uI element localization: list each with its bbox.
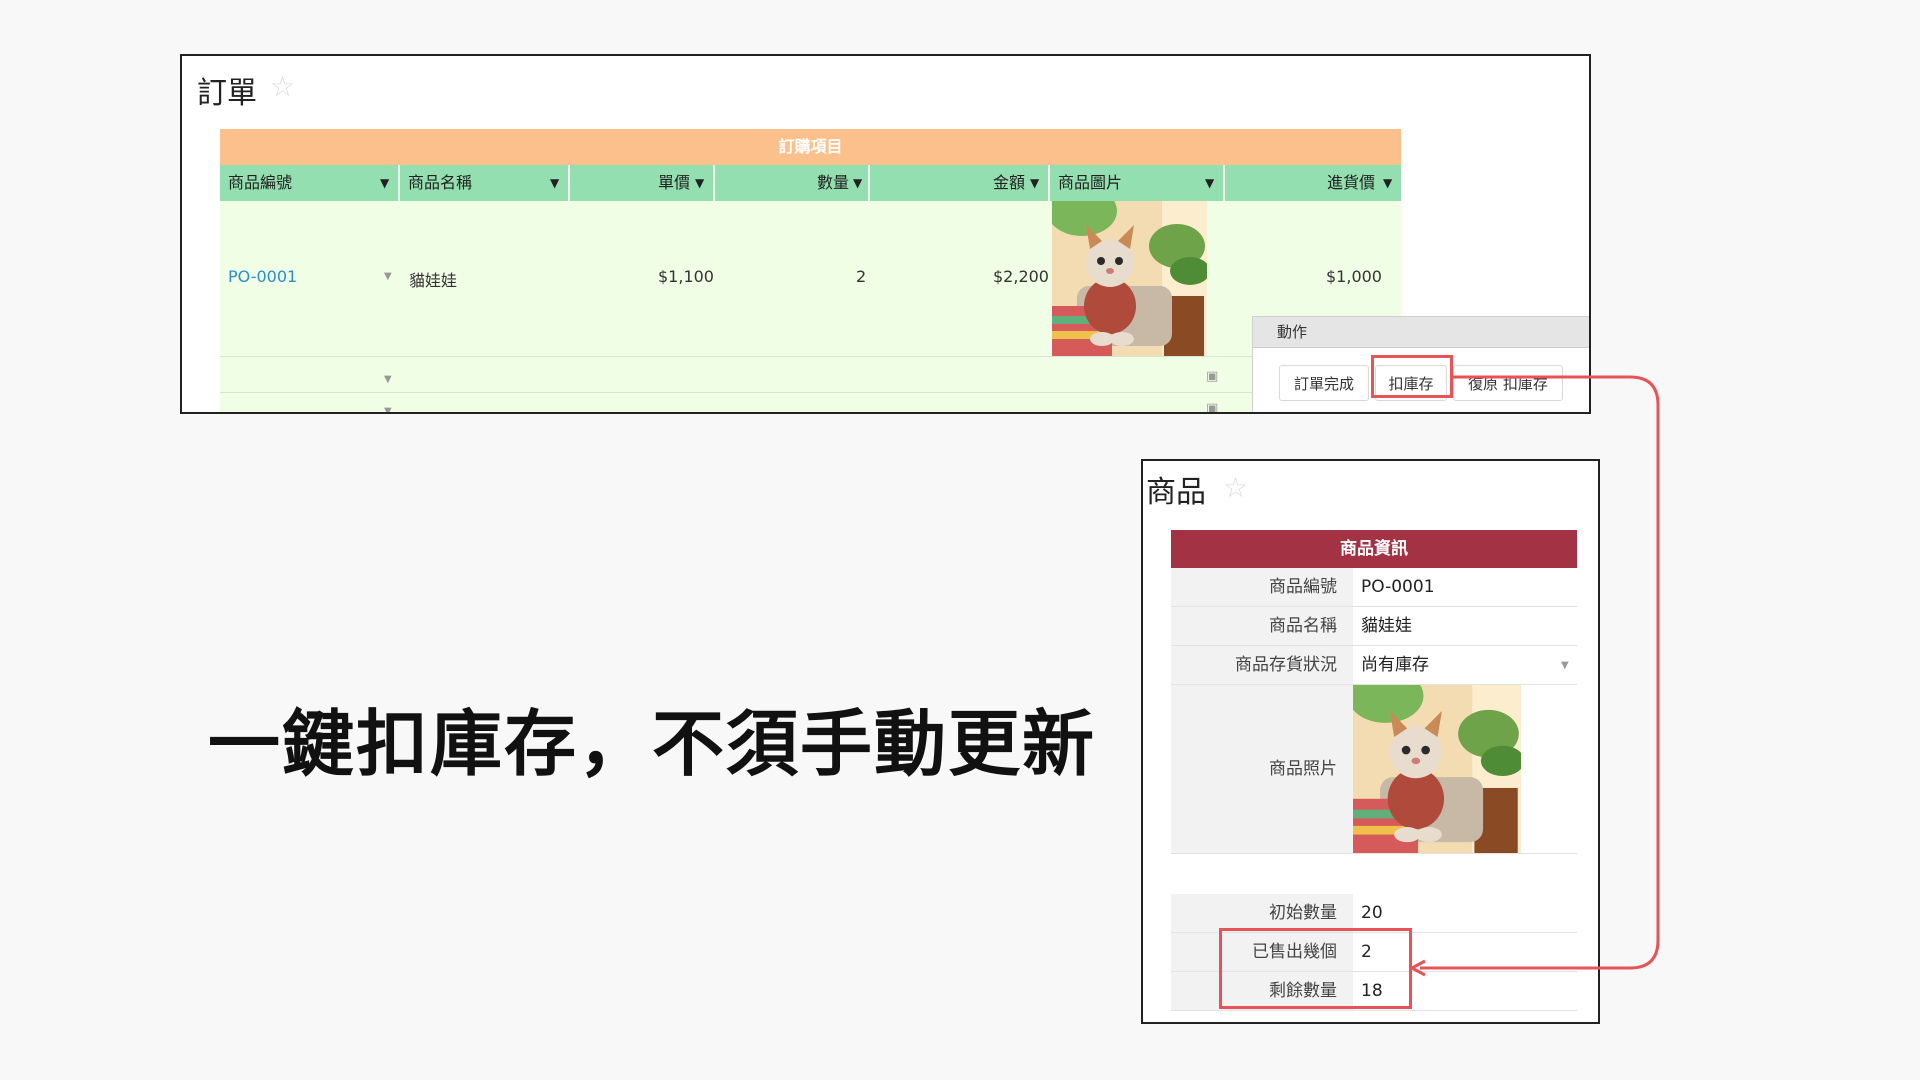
image-placeholder-icon[interactable]: ▣: [1206, 369, 1218, 384]
field-value[interactable]: 貓娃娃: [1361, 607, 1412, 645]
order-items-group-header: 訂購項目: [220, 129, 1401, 165]
column-label: 商品編號: [228, 173, 293, 192]
dropdown-caret-icon[interactable]: ▼: [1561, 660, 1569, 671]
field-label: 初始數量: [1171, 894, 1353, 932]
stock-fields-highlight: [1219, 928, 1412, 1009]
field-value[interactable]: PO-0001: [1361, 568, 1435, 606]
cost-price-cell: $1,000: [1326, 267, 1382, 286]
column-label: 單價: [658, 173, 691, 192]
favorite-star-icon[interactable]: ☆: [270, 70, 295, 103]
dropdown-caret-icon[interactable]: ▼: [380, 165, 389, 201]
field-label: 商品存貨狀況: [1171, 646, 1353, 684]
column-header-product-id[interactable]: 商品編號 ▼: [220, 165, 400, 201]
product-info-section-header: 商品資訊: [1171, 530, 1577, 568]
dropdown-caret-icon[interactable]: ▼: [384, 374, 392, 385]
amount-cell: $2,200: [993, 267, 1049, 286]
dropdown-caret-icon[interactable]: ▼: [1383, 165, 1392, 201]
favorite-star-icon[interactable]: ☆: [1223, 471, 1248, 504]
table-row: PO-0001 ▼ 貓娃娃 $1,100 2 $2,200 $1,000: [220, 201, 1401, 356]
field-label: 商品照片: [1171, 685, 1353, 853]
dropdown-caret-icon[interactable]: ▼: [384, 406, 392, 412]
row-divider: [220, 392, 1401, 393]
order-items-rows: PO-0001 ▼ 貓娃娃 $1,100 2 $2,200 $1,000 ▼ ▣…: [220, 201, 1401, 412]
field-stock-status[interactable]: 商品存貨狀況 尚有庫存 ▼: [1171, 646, 1577, 685]
column-header-unit-price[interactable]: 單價 ▼: [570, 165, 715, 201]
field-product-id: 商品編號 PO-0001: [1171, 568, 1577, 607]
order-panel-title: 訂單: [197, 76, 257, 111]
product-id-link[interactable]: PO-0001: [228, 267, 297, 286]
column-label: 金額: [993, 173, 1026, 192]
deduct-button-highlight: [1371, 355, 1453, 398]
column-header-cost-price[interactable]: 進貨價 ▼: [1225, 165, 1401, 201]
field-product-photo: 商品照片: [1171, 685, 1577, 854]
dropdown-caret-icon[interactable]: ▼: [550, 165, 559, 201]
product-thumbnail-image[interactable]: [1052, 201, 1207, 356]
cat-doll-illustration: [1052, 201, 1207, 356]
field-product-name: 商品名稱 貓娃娃: [1171, 607, 1577, 646]
row-divider: [220, 356, 1401, 357]
column-header-quantity[interactable]: 數量 ▼: [715, 165, 870, 201]
headline-text: 一鍵扣庫存，不須手動更新: [208, 702, 1097, 786]
stock-status-select[interactable]: 尚有庫存: [1361, 646, 1429, 684]
field-value[interactable]: 20: [1361, 894, 1383, 932]
column-label: 商品名稱: [408, 173, 473, 192]
order-items-column-headers: 商品編號 ▼ 商品名稱 ▼ 單價 ▼ 數量 ▼ 金額 ▼ 商品圖片 ▼ 進貨價 …: [220, 165, 1401, 201]
unit-price-cell: $1,100: [658, 267, 714, 286]
image-placeholder-icon[interactable]: ▣: [1206, 401, 1218, 412]
dropdown-caret-icon[interactable]: ▼: [1205, 165, 1214, 201]
column-header-product-image[interactable]: 商品圖片 ▼: [1050, 165, 1225, 201]
column-label: 數量: [817, 173, 850, 192]
column-header-product-name[interactable]: 商品名稱 ▼: [400, 165, 570, 201]
action-panel-title: 動作: [1253, 317, 1589, 348]
field-label: 商品名稱: [1171, 607, 1353, 645]
quantity-cell: 2: [856, 267, 867, 286]
column-header-amount[interactable]: 金額 ▼: [870, 165, 1050, 201]
product-photo-image[interactable]: [1353, 685, 1521, 853]
dropdown-caret-icon[interactable]: ▼: [853, 165, 862, 201]
column-label: 進貨價: [1327, 173, 1376, 192]
product-panel-title: 商品: [1146, 475, 1206, 510]
dropdown-caret-icon[interactable]: ▼: [695, 165, 704, 201]
complete-order-button[interactable]: 訂單完成: [1279, 365, 1369, 401]
revert-deduct-stock-button[interactable]: 復原 扣庫存: [1453, 365, 1563, 401]
product-name-cell: 貓娃娃: [409, 271, 458, 290]
dropdown-caret-icon[interactable]: ▼: [1030, 165, 1039, 201]
column-label: 商品圖片: [1058, 173, 1123, 192]
field-label: 商品編號: [1171, 568, 1353, 606]
dropdown-caret-icon[interactable]: ▼: [384, 271, 392, 282]
cat-doll-illustration: [1353, 685, 1521, 853]
